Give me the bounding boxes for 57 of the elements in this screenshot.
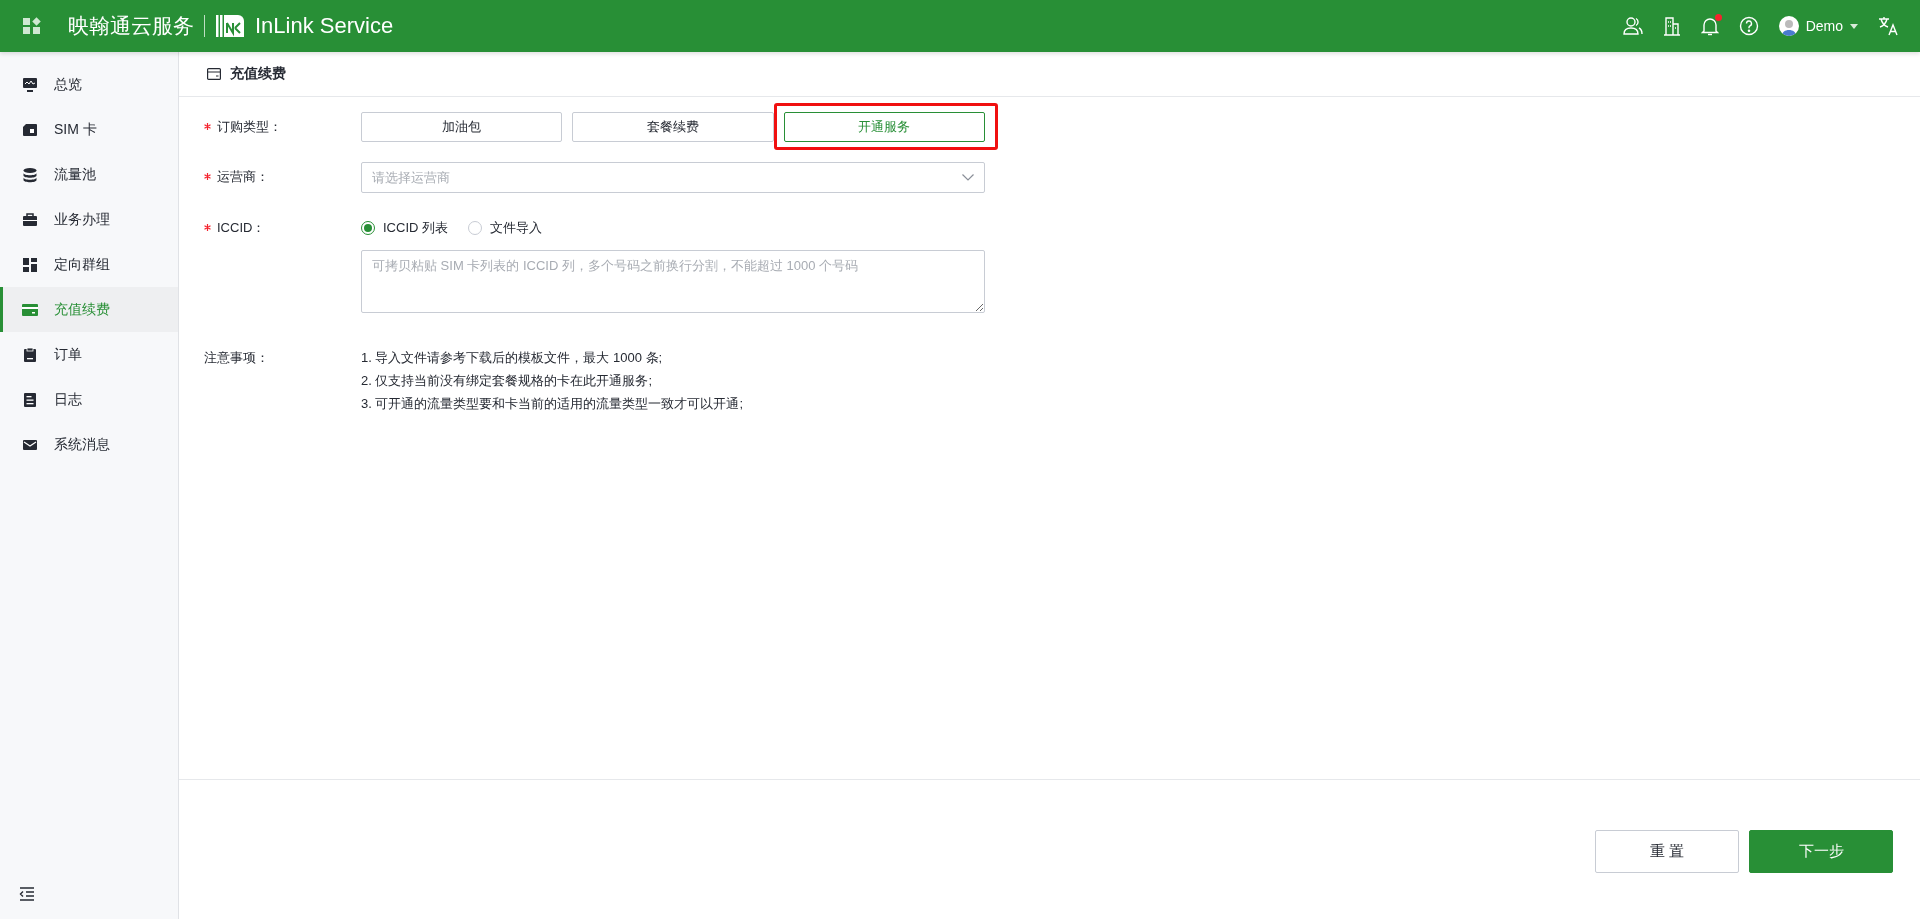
sidebar-label: 业务办理 (54, 210, 110, 229)
order-type-option[interactable]: 加油包 (361, 112, 563, 142)
sidebar-label: SIM 卡 (54, 120, 97, 139)
sidebar-item[interactable]: 订单 (0, 332, 178, 377)
sidebar-item[interactable]: 总览 (0, 62, 178, 107)
document-icon (22, 391, 38, 408)
bell-icon[interactable] (1700, 16, 1719, 36)
briefcase-icon (22, 211, 38, 228)
sidebar-label: 日志 (54, 390, 82, 409)
apps-icon[interactable] (22, 16, 42, 36)
order-type-option[interactable]: 套餐续费 (572, 112, 774, 142)
note-text: 1. 导入文件请参考下载后的模板文件，最大 1000 条; (361, 349, 664, 367)
brand-name: 映翰通云服务 (68, 13, 194, 39)
sidebar-item[interactable]: 日志 (0, 377, 178, 422)
next-button[interactable]: 下一步 (1749, 830, 1893, 873)
brand-name: InLink Service (255, 13, 394, 39)
monitor-icon (22, 76, 38, 93)
translate-icon[interactable] (1878, 16, 1898, 36)
sidebar-label: 定向群组 (54, 255, 110, 274)
sidebar-label: 流量池 (54, 165, 96, 184)
logo-icon (215, 14, 245, 38)
sidebar-label: 系统消息 (54, 435, 110, 454)
sidebar-label: 总览 (54, 75, 82, 94)
help-icon[interactable] (1738, 16, 1759, 36)
sidebar-item[interactable]: 业务办理 (0, 197, 178, 242)
field-label: 运营商： (204, 162, 361, 192)
note-text: 2. 仅支持当前没有绑定套餐规格的卡在此开通服务; (361, 372, 654, 390)
users-icon[interactable] (1622, 16, 1643, 36)
page-title: 充值续费 (230, 65, 286, 83)
database-icon (22, 166, 38, 183)
chevron-down-icon (962, 174, 974, 181)
user-name[interactable]: Demo (1805, 18, 1843, 34)
field-label: 订购类型： (204, 112, 361, 142)
building-icon[interactable] (1662, 16, 1681, 36)
sim-card-icon (22, 121, 38, 138)
sidebar-item[interactable]: 充值续费 (0, 287, 178, 332)
caret-icon[interactable] (1850, 23, 1858, 29)
collapse-menu-icon[interactable] (19, 887, 35, 901)
sidebar-item[interactable]: SIM 卡 (0, 107, 178, 152)
note-text: 3. 可开通的流量类型要和卡当前的适用的流量类型一致才可以开通; (361, 395, 745, 413)
grid-icon (22, 256, 38, 273)
credit-card-icon (22, 301, 38, 318)
reset-button[interactable]: 重 置 (1595, 830, 1739, 873)
radio-label[interactable]: ICCID 列表 (383, 219, 448, 237)
sidebar-item[interactable]: 流量池 (0, 152, 178, 197)
card-icon (207, 68, 221, 80)
sidebar-label: 订单 (54, 345, 82, 364)
iccid-input[interactable]: 可拷贝粘贴 SIM 卡列表的 ICCID 列，多个号码之前换行分割，不能超过 1000 个号码 (361, 250, 985, 313)
sidebar-label: 充值续费 (54, 300, 110, 319)
field-label: 注意事项： (204, 349, 270, 367)
clipboard-icon (22, 346, 38, 363)
radio-label[interactable]: 文件导入 (490, 219, 542, 237)
field-label: ICCID： (204, 213, 361, 243)
sidebar-item[interactable]: 系统消息 (0, 422, 178, 467)
order-type-option[interactable]: 开通服务 (783, 112, 985, 142)
avatar[interactable] (1778, 16, 1799, 36)
sidebar-item[interactable]: 定向群组 (0, 242, 178, 287)
